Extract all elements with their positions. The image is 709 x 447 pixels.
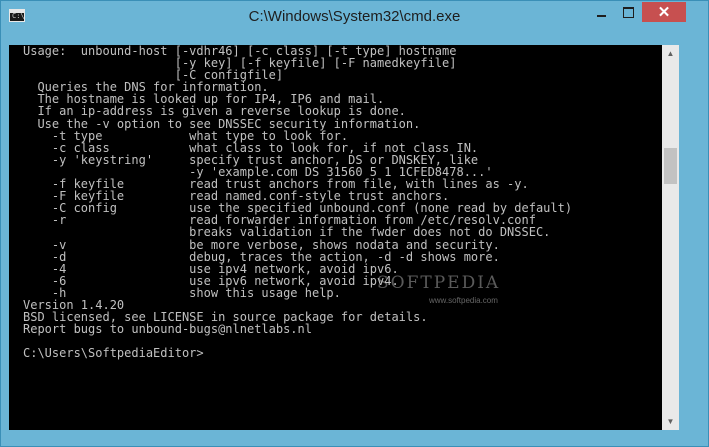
close-icon: ✕ bbox=[657, 4, 671, 21]
maximize-icon bbox=[623, 6, 634, 18]
console-line: If an ip-address is given a reverse look… bbox=[23, 104, 406, 119]
minimize-icon bbox=[597, 15, 606, 17]
maximize-button[interactable] bbox=[615, 2, 642, 22]
vertical-scrollbar[interactable]: ▲ ▼ bbox=[662, 45, 679, 430]
title-bar[interactable]: C:\ C:\Windows\System32\cmd.exe ✕ bbox=[1, 1, 708, 33]
console-output[interactable]: Usage: unbound-host [-vdhr46] [-c class]… bbox=[9, 45, 662, 430]
console-line: -v be more verbose, shows nodata and sec… bbox=[23, 237, 500, 252]
minimize-button[interactable] bbox=[588, 2, 615, 22]
scroll-up-icon[interactable]: ▲ bbox=[662, 45, 679, 62]
softpedia-watermark: SOFTPEDIA bbox=[377, 273, 501, 293]
console-line: -d debug, traces the action, -d -d shows… bbox=[23, 249, 500, 264]
console-line: Use the -v option to see DNSSEC security… bbox=[23, 116, 421, 131]
cmd-window: C:\ C:\Windows\System32\cmd.exe ✕ Usage:… bbox=[0, 0, 709, 447]
console-text: Usage: unbound-host [-vdhr46] [-c class]… bbox=[23, 45, 572, 359]
softpedia-watermark-url: www.softpedia.com bbox=[429, 296, 498, 305]
console-line: -t type what type to look for. bbox=[23, 128, 349, 143]
scroll-thumb[interactable] bbox=[664, 148, 677, 184]
console-line: Report bugs to unbound-bugs@nlnetlabs.nl bbox=[23, 322, 312, 337]
close-button[interactable]: ✕ bbox=[642, 2, 686, 22]
scroll-down-icon[interactable]: ▼ bbox=[662, 413, 679, 430]
console-line: breaks validation if the fwder does not … bbox=[23, 225, 551, 240]
console-line: C:\Users\SoftpediaEditor> bbox=[23, 346, 204, 361]
